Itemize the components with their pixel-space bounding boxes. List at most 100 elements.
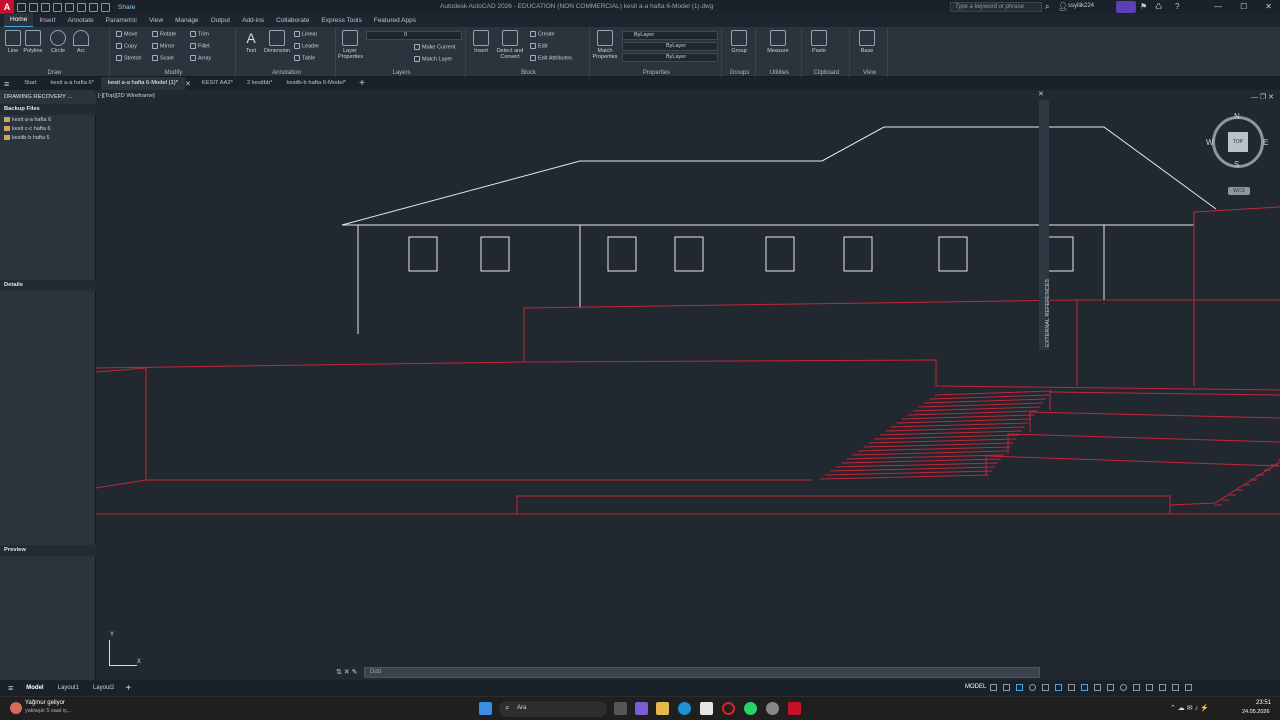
minimize-button[interactable]: — (1214, 2, 1222, 11)
exchange-icon[interactable]: ♺ (1155, 2, 1162, 11)
workspace-gear-icon[interactable] (1120, 684, 1127, 691)
status-toggles[interactable] (990, 684, 1192, 691)
tab-output[interactable]: Output (205, 14, 237, 27)
edge-icon[interactable] (678, 702, 691, 715)
leader-tool[interactable]: Leader (294, 43, 319, 49)
clean-screen-icon[interactable] (1172, 684, 1179, 691)
backup-file-item[interactable]: kesit c-c hafta 6 (4, 126, 51, 132)
view-controls-label[interactable]: [-][Top][2D Wireframe] (98, 93, 155, 99)
mirror-tool[interactable]: Mirror (152, 43, 174, 49)
hardware-acceleration-icon[interactable] (1159, 684, 1166, 691)
autodesk-access-icon[interactable] (1116, 1, 1136, 13)
close-button[interactable]: ✕ (1265, 2, 1272, 11)
search-input[interactable]: Type a keyword or phrase (950, 2, 1042, 12)
cart-icon[interactable]: ⚑ (1140, 2, 1147, 11)
user-icon[interactable]: 👤︎ (1058, 2, 1068, 11)
opera-icon[interactable] (722, 702, 735, 715)
groups-panel-title[interactable]: Groups (724, 70, 755, 76)
isodraft-icon[interactable] (1042, 684, 1049, 691)
copy-tool[interactable]: Copy (116, 43, 137, 49)
selection-cycling-icon[interactable] (1094, 684, 1101, 691)
transparency-icon[interactable] (1081, 684, 1088, 691)
close-tab-icon[interactable]: ✕ (185, 80, 191, 88)
new-tab-icon[interactable]: + (359, 78, 365, 89)
polar-icon[interactable] (1029, 684, 1036, 691)
preview-header[interactable]: Preview (0, 545, 96, 556)
array-tool[interactable]: Array (190, 55, 211, 61)
grid-icon[interactable] (990, 684, 997, 691)
viewcube-top[interactable]: TOP (1228, 132, 1248, 152)
tab-view[interactable]: View (143, 14, 169, 27)
clock-date[interactable]: 24.05.2026 (1242, 709, 1270, 715)
viewport-window-controls[interactable]: — ❐ ✕ (1251, 93, 1274, 101)
undo-icon[interactable] (89, 2, 98, 12)
doc-tab-start[interactable]: Start (17, 77, 43, 90)
snap-icon[interactable] (1003, 684, 1010, 691)
rotate-tool[interactable]: Rotate (152, 31, 176, 37)
dimension-tool[interactable]: Dimension (264, 30, 290, 54)
lineweight-icon[interactable] (1068, 684, 1075, 691)
tab-layout2[interactable]: Layout2 (86, 680, 121, 696)
osnap-icon[interactable] (1055, 684, 1062, 691)
text-tool[interactable]: A Text (240, 30, 262, 54)
save-icon[interactable] (41, 2, 50, 12)
doc-tab-kesit-aa2[interactable]: KESIT AA2* (195, 77, 240, 90)
utilities-panel-title[interactable]: Utilities (758, 70, 801, 76)
customize-icon[interactable] (1185, 684, 1192, 691)
quick-properties-icon[interactable] (1146, 684, 1153, 691)
command-line-controls[interactable]: ⇅ ✕ ✎ (336, 668, 358, 676)
layout-menu-icon[interactable]: ≡ (8, 683, 13, 693)
compass-west[interactable]: W (1206, 138, 1214, 147)
linear-tool[interactable]: Linear (294, 31, 317, 37)
new-file-icon[interactable] (17, 2, 26, 12)
table-tool[interactable]: Table (294, 55, 315, 61)
detect-convert-tool[interactable]: Detect and Convert (496, 30, 524, 60)
edit-attributes-tool[interactable]: Edit Attributes (530, 55, 572, 61)
wcs-menu[interactable]: WCS (1228, 187, 1250, 195)
print-icon[interactable] (77, 2, 86, 12)
model-space-toggle[interactable]: MODEL (965, 684, 986, 690)
units-icon[interactable] (1133, 684, 1140, 691)
app-menu-icon[interactable]: ≡ (4, 79, 9, 89)
tab-collaborate[interactable]: Collaborate (270, 14, 315, 27)
details-header[interactable]: Details (0, 280, 96, 291)
doc-tab-kesitbb[interactable]: 2 kesitbb* (240, 77, 279, 90)
backup-file-item[interactable]: kesit a-a hafta 6 (4, 117, 51, 123)
stretch-tool[interactable]: Stretch (116, 55, 141, 61)
chrome-icon[interactable] (766, 702, 779, 715)
whatsapp-icon[interactable] (744, 702, 757, 715)
polyline-tool[interactable]: Polyline (22, 30, 44, 54)
doc-tab-kesit-aa-model[interactable]: kesit a-a hafta 6-Model (1)* (101, 77, 185, 90)
trim-tool[interactable]: Trim (190, 31, 209, 37)
compass-east[interactable]: E (1263, 138, 1268, 147)
task-view-icon[interactable] (614, 702, 627, 715)
tab-insert[interactable]: Insert (33, 14, 61, 27)
paste-tool[interactable]: Paste (808, 30, 830, 54)
weather-title[interactable]: Yağmur geliyor (25, 700, 65, 706)
viewcube[interactable]: TOP N S E W (1206, 112, 1268, 172)
group-tool[interactable]: Group (728, 30, 750, 54)
annotation-panel-title[interactable]: Annotation (238, 70, 335, 76)
tab-featured-apps[interactable]: Featured Apps (368, 14, 422, 27)
web-save-icon[interactable] (65, 2, 74, 12)
clipboard-panel-title[interactable]: Clipboard (804, 70, 849, 76)
weather-icon[interactable] (10, 702, 22, 714)
add-layout-icon[interactable]: + (125, 683, 131, 694)
taskbar-search[interactable]: ⌕ Ara (499, 701, 607, 717)
open-file-icon[interactable] (29, 2, 38, 12)
autocad-logo[interactable]: A (0, 0, 14, 14)
properties-panel-title[interactable]: Properties (592, 70, 721, 76)
move-tool[interactable]: Move (116, 31, 137, 37)
insert-tool[interactable]: Insert (470, 30, 492, 54)
tab-annotate[interactable]: Annotate (62, 14, 100, 27)
annotation-scale-icon[interactable] (1107, 684, 1114, 691)
backup-file-item[interactable]: kesitb-b hafta 6 (4, 135, 50, 141)
lineweight-dropdown[interactable]: ByLayer (622, 53, 718, 62)
linetype-dropdown[interactable]: ByLayer (622, 42, 718, 51)
copilot-icon[interactable] (635, 702, 648, 715)
xref-close-icon[interactable]: ✕ (1038, 90, 1044, 98)
color-dropdown[interactable]: ByLayer (622, 31, 718, 40)
tab-add-ins[interactable]: Add-ins (236, 14, 270, 27)
arc-tool[interactable]: Arc (70, 30, 92, 54)
xref-palette-label[interactable]: EXTERNAL REFERENCES (1045, 279, 1051, 347)
